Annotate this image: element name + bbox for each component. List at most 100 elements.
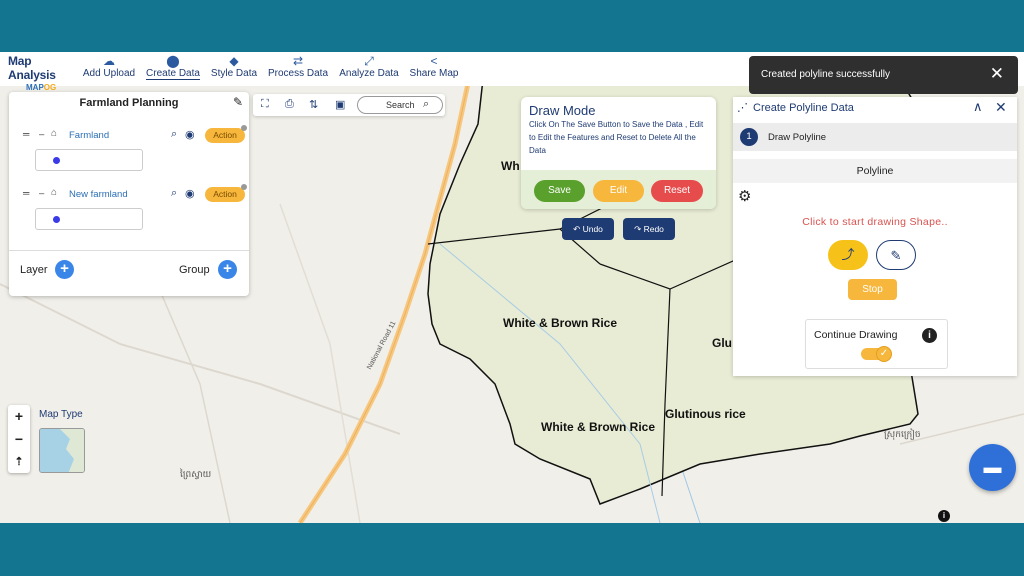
search-button[interactable]: Search ⌕ <box>357 96 443 114</box>
close-icon[interactable]: ✕ <box>995 99 1007 116</box>
layer-name[interactable]: Farmland <box>69 130 109 141</box>
menu-process-data[interactable]: ⇄ Process Data <box>267 54 329 79</box>
edit-button[interactable]: Edit <box>593 180 644 202</box>
collapse-icon[interactable]: – <box>39 129 44 140</box>
zoom-out-button[interactable]: − <box>8 428 30 450</box>
menu-add-upload[interactable]: ☁ Add Upload <box>82 54 136 79</box>
create-polyline-panel: ⋰ Create Polyline Data ∧ ✕ 1 Draw Polyli… <box>733 97 1017 376</box>
app-logo[interactable]: Map Analysis MAPOG <box>8 54 78 92</box>
divider <box>9 250 249 251</box>
undo-icon: ↶ <box>573 224 583 234</box>
reset-button[interactable]: Reset <box>651 180 703 202</box>
zoom-in-button[interactable]: + <box>8 405 30 427</box>
undo-button[interactable]: ↶ Undo <box>562 218 614 240</box>
add-layer-button[interactable]: + <box>55 260 74 279</box>
menu-style-data[interactable]: ◆ Style Data <box>210 54 258 79</box>
comment-icon[interactable]: ▣ <box>335 98 345 111</box>
attribution-info-icon[interactable]: i <box>938 510 950 522</box>
chevron-up-icon[interactable]: ∧ <box>973 99 983 115</box>
tab-polyline[interactable]: Polyline <box>733 159 1017 183</box>
process-icon: ⇄ <box>292 54 304 68</box>
continue-drawing-box: Continue Drawing i ✓ <box>805 319 948 369</box>
toast-message: Created polyline successfully <box>761 69 890 80</box>
action-button[interactable]: Action <box>205 187 245 202</box>
layer-legend[interactable] <box>35 208 143 230</box>
panel-title: Create Polyline Data <box>753 102 854 114</box>
map-pin-icon: ⬤ <box>166 54 180 68</box>
freehand-tool-button[interactable]: ✎ <box>876 240 916 270</box>
drag-handle-icon[interactable]: ═ <box>23 129 29 139</box>
draw-mode-card: Draw Mode Click On The Save Button to Sa… <box>521 97 716 209</box>
magic-pen-icon: ✎ <box>890 248 902 263</box>
redo-button[interactable]: ↷ Redo <box>623 218 675 240</box>
stop-button[interactable]: Stop <box>848 279 897 300</box>
polyline-icon: ⋰ <box>737 102 748 114</box>
search-icon: ⌕ <box>423 98 430 110</box>
map-label-glutinous-rice: Glutinous rice <box>665 407 746 421</box>
print-icon[interactable]: ⎙ <box>285 98 294 111</box>
menu-share-map[interactable]: < Share Map <box>408 54 460 79</box>
status-dot <box>241 184 247 190</box>
map-label-wh: Wh <box>501 159 520 173</box>
step-number: 1 <box>740 128 758 146</box>
draw-polyline-tool-button[interactable]: ⤴ <box>828 240 868 270</box>
layer-row-new-farmland[interactable]: ═ – ⌂ New farmland ⌕ ◉ Action <box>19 184 247 203</box>
redo-icon: ↷ <box>634 224 644 234</box>
success-toast: Created polyline successfully ✕ <box>749 56 1018 94</box>
visibility-icon[interactable]: ◉ <box>185 187 195 200</box>
info-icon[interactable]: i <box>922 328 937 343</box>
cloud-upload-icon: ☁ <box>103 54 115 68</box>
status-dot <box>241 125 247 131</box>
map-type-thumbnail[interactable] <box>39 428 85 473</box>
layer-name[interactable]: New farmland <box>69 189 128 200</box>
save-button[interactable]: Save <box>534 180 585 202</box>
logo-title: Map Analysis <box>8 54 56 82</box>
pencil-icon[interactable]: ✎ <box>233 95 243 109</box>
zoom-controls: + − ⇡ <box>8 405 30 473</box>
add-group-button[interactable]: + <box>218 260 237 279</box>
gear-icon[interactable]: ⚙ <box>738 187 751 205</box>
share-icon: < <box>430 54 438 68</box>
map-label-white-brown-rice: White & Brown Rice <box>503 316 618 330</box>
measure-icon[interactable]: ⇅ <box>309 98 318 111</box>
layers-panel: Farmland Planning ✎ ═ – ⌂ Farmland ⌕ ◉ A… <box>9 92 249 296</box>
draw-actions-bar: Save Edit Reset <box>521 170 716 209</box>
project-title: Farmland Planning <box>79 97 179 109</box>
map-label-white-brown-rice-2: White & Brown Rice <box>541 420 656 434</box>
layer-row-farmland[interactable]: ═ – ⌂ Farmland ⌕ ◉ Action <box>19 125 247 144</box>
chat-support-button[interactable]: ▬ <box>969 444 1016 491</box>
place-label-srok-kraeuch: ស្រុកក្រៀច <box>884 429 921 439</box>
menu-create-data[interactable]: ⬤ Create Data <box>145 54 201 80</box>
paint-bucket-icon: ◆ <box>229 54 239 68</box>
legend-color-swatch <box>53 157 60 164</box>
close-icon[interactable]: ✕ <box>990 64 1004 84</box>
map-thumbnail-image <box>40 429 84 472</box>
map-type-label: Map Type <box>39 409 83 420</box>
draw-mode-title: Draw Mode <box>529 103 596 118</box>
collapse-icon[interactable]: – <box>39 188 44 199</box>
map-label-glu: Glu <box>712 336 732 350</box>
legend-color-swatch <box>53 216 60 223</box>
map-tools-bar: ⛶ ⎙ ⇅ ▣ Search ⌕ <box>253 94 445 116</box>
draw-mode-description: Click On The Save Button to Save the Dat… <box>529 120 704 155</box>
action-button[interactable]: Action <box>205 128 245 143</box>
zoom-to-layer-icon[interactable]: ⌕ <box>171 128 177 141</box>
drag-handle-icon[interactable]: ═ <box>23 188 29 198</box>
continue-drawing-label: Continue Drawing <box>814 329 898 341</box>
layer-legend[interactable] <box>35 149 143 171</box>
step-draw-polyline[interactable]: 1 Draw Polyline <box>733 123 1017 151</box>
polygon-icon: ⌂ <box>51 128 58 139</box>
check-icon: ✓ <box>876 346 892 362</box>
fullscreen-icon[interactable]: ⛶ <box>261 98 269 111</box>
compass-icon[interactable]: ⇡ <box>8 451 30 473</box>
analyze-icon: ⤢ <box>364 54 374 68</box>
zoom-to-layer-icon[interactable]: ⌕ <box>171 187 177 200</box>
visibility-icon[interactable]: ◉ <box>185 128 195 141</box>
menu-analyze-data[interactable]: ⤢ Analyze Data <box>338 54 400 79</box>
video-frame-top <box>0 0 1024 52</box>
polyline-draw-icon: ⤴ <box>841 247 855 262</box>
app-window: Wh White & Brown Rice White & Brown Rice… <box>0 52 1024 523</box>
panel-header: ⋰ Create Polyline Data ∧ ✕ <box>733 97 1017 121</box>
continue-drawing-toggle[interactable]: ✓ <box>861 346 892 362</box>
logo-subtitle: MAPOG <box>26 83 57 92</box>
